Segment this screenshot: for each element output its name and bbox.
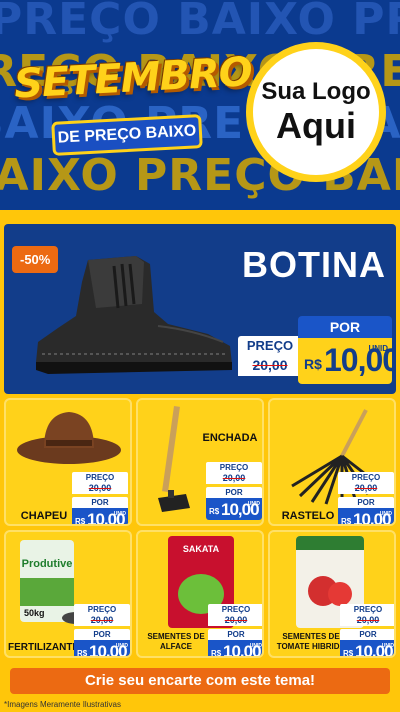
new-price-box: R$ 10,00 UNID: [74, 640, 130, 658]
old-price-value: 20,00: [74, 615, 130, 626]
featured-product-name: BOTINA: [242, 244, 386, 285]
fertilizer-weight: 50kg: [24, 608, 45, 618]
product-card[interactable]: SEMENTES DE TOMATE HIBRIDA PREÇO 20,00 P…: [268, 530, 396, 658]
unit-label: UNID: [368, 344, 388, 353]
currency-symbol: R$: [77, 649, 88, 658]
price-tag: PREÇO 20,00 POR R$ 10,00 UNID: [72, 472, 128, 526]
product-name: CHAPEU: [20, 510, 68, 522]
campaign-subtitle: DE PREÇO BAIXO: [57, 122, 197, 147]
seed-pack-brand: SAKATA: [182, 544, 220, 554]
old-price-label: PREÇO: [72, 472, 128, 483]
old-price-label: PREÇO: [74, 604, 130, 615]
new-price-label: POR: [340, 629, 394, 640]
old-price-label: PREÇO: [340, 604, 394, 615]
title-badge: SETEMBRO DE PREÇO BAIXO: [12, 48, 253, 166]
seed-pack-header: [296, 536, 364, 550]
unit-label: UNID: [113, 511, 126, 517]
campaign-title: SETEMBRO: [12, 49, 253, 108]
old-price-label: PREÇO: [206, 462, 262, 473]
price-tag: PREÇO 20,00 POR R$ 10,00 UNID: [208, 604, 262, 658]
disclaimer: *Imagens Meramente Ilustrativas: [4, 700, 121, 709]
offers-panel: -50% BOTINA PREÇO 20,00 POR R$ 10,00 UNI…: [0, 210, 400, 712]
currency-symbol: R$: [304, 356, 322, 372]
unit-label: UNID: [379, 511, 392, 517]
background-row: PREÇO BAIXO PREÇO: [0, 0, 400, 45]
discount-badge: -50%: [12, 246, 59, 273]
unit-label: UNID: [115, 643, 128, 649]
old-price-value: 20,00: [208, 615, 262, 626]
price-tag: PREÇO 20,00 POR R$ 10,00 UNID: [206, 462, 262, 520]
new-price-tag: POR R$ 10,00 UNID: [298, 316, 396, 384]
new-price-label: POR: [338, 497, 394, 508]
old-price-value: 20,00: [72, 483, 128, 494]
product-name-line1: SEMENTES DE: [282, 632, 340, 641]
new-price-label: POR: [72, 497, 128, 508]
new-price-label: POR: [298, 316, 392, 338]
product-name: RASTELO: [281, 510, 335, 522]
featured-product-card[interactable]: -50% BOTINA PREÇO 20,00 POR R$ 10,00 UNI…: [4, 224, 396, 394]
fertilizer-bag-band: [20, 578, 74, 606]
currency-symbol: R$: [211, 649, 222, 658]
hat-image: [17, 412, 121, 464]
old-price-value: 20,00: [206, 473, 262, 484]
product-card[interactable]: ENCHADA PREÇO 20,00 POR R$ 10,00 UNID: [136, 398, 264, 526]
logo-placeholder[interactable]: Sua Logo Aqui: [246, 42, 386, 182]
product-name-line1: SEMENTES DE: [147, 632, 205, 641]
currency-symbol: R$: [75, 517, 86, 526]
new-price-label: POR: [206, 487, 262, 498]
new-price-box: R$ 10,00 UNID: [72, 508, 128, 526]
fertilizer-brand: Produtive: [21, 558, 73, 570]
old-price-label: PREÇO: [338, 472, 394, 483]
new-price-box: R$ 10,00 UNID: [206, 498, 262, 520]
price-tag: PREÇO 20,00 POR R$ 10,00 UNID: [340, 604, 394, 658]
currency-symbol: R$: [209, 507, 220, 516]
logo-text-line1: Sua Logo: [261, 78, 371, 105]
old-price-value: 20,00: [338, 483, 394, 494]
new-price-label: POR: [74, 629, 130, 640]
unit-label: UNID: [247, 501, 260, 507]
new-price-box: R$ 10,00 UNID: [208, 640, 262, 658]
old-price-tag: PREÇO 20,00: [238, 336, 302, 376]
old-price-label: PREÇO: [208, 604, 262, 615]
new-price-box: R$ 10,00 UNID: [340, 640, 394, 658]
price-tag: PREÇO 20,00 POR R$ 10,00 UNID: [338, 472, 394, 526]
currency-symbol: R$: [341, 517, 352, 526]
old-price-value: 20,00: [340, 615, 394, 626]
old-price-value: 20,00: [238, 355, 302, 376]
cta-button[interactable]: Crie seu encarte com este tema!: [10, 668, 390, 694]
fertilizer-bag-image: Produtive 50kg: [20, 540, 74, 622]
product-card[interactable]: RASTELO PREÇO 20,00 POR R$ 10,00 UNID: [268, 398, 396, 526]
tomato-illustration: [328, 582, 352, 606]
product-card[interactable]: SAKATA SEMENTES DE ALFACE PREÇO 20,00 PO…: [136, 530, 264, 658]
product-name-line2: ALFACE: [160, 642, 192, 651]
product-name-line2: TOMATE HIBRIDA: [276, 642, 346, 651]
campaign-subtitle-box: DE PREÇO BAIXO: [51, 114, 203, 156]
unit-label: UNID: [249, 643, 262, 649]
product-name: ENCHADA: [202, 432, 258, 444]
product-card[interactable]: Produtive 50kg FERTILIZANTES PREÇO 20,00…: [4, 530, 132, 658]
logo-text-line2: Aqui: [276, 105, 356, 146]
new-price-box: R$ 10,00 UNID: [298, 338, 396, 384]
old-price-label: PREÇO: [238, 336, 302, 355]
new-price-box: R$ 10,00 UNID: [338, 508, 394, 526]
new-price-label: POR: [208, 629, 262, 640]
product-card[interactable]: CHAPEU PREÇO 20,00 POR R$ 10,00 UNID: [4, 398, 132, 526]
unit-label: UNID: [381, 643, 394, 649]
header: PREÇO BAIXO PREÇO PREÇO BAIXO PREÇO BAIX…: [0, 0, 400, 210]
price-tag: PREÇO 20,00 POR R$ 10,00 UNID: [74, 604, 130, 658]
currency-symbol: R$: [343, 649, 354, 658]
hoe-image: [158, 406, 190, 512]
